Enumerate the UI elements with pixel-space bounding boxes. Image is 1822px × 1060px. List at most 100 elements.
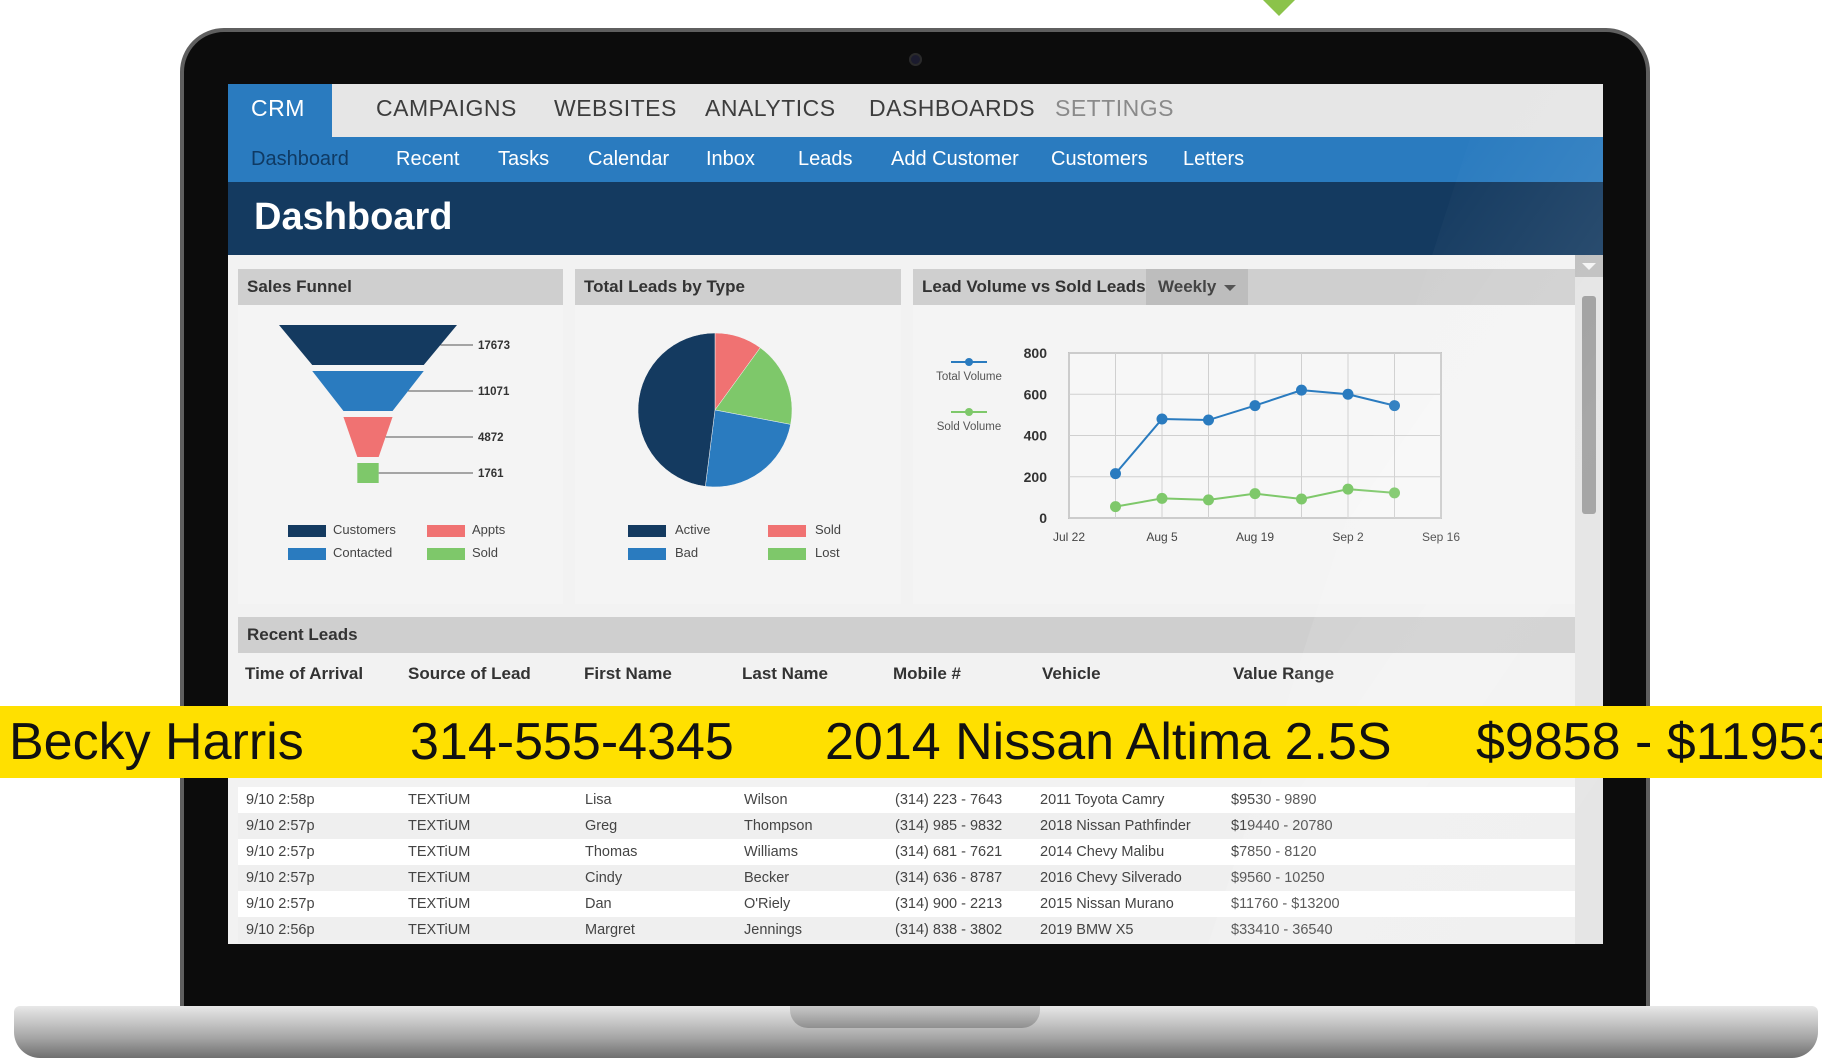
table-row[interactable]: 9/10 2:57p TEXTiUM Dan O'Riely (314) 900… xyxy=(238,891,1575,917)
funnel-value-label: 1761 xyxy=(478,468,504,480)
cell-value-range: $33410 - 36540 xyxy=(1231,922,1333,938)
subnav-tasks[interactable]: Tasks xyxy=(498,137,549,182)
legend-swatch-sold-type xyxy=(768,525,806,537)
legend-label-bad: Bad xyxy=(675,545,699,560)
chevron-down-icon xyxy=(1224,284,1237,291)
cell-source: TEXTiUM xyxy=(408,896,471,912)
legend-label-appts: Appts xyxy=(472,522,506,537)
cell-mobile: (314) 681 - 7621 xyxy=(895,844,1003,860)
tab-crm[interactable]: CRM xyxy=(228,84,332,137)
subnav-recent[interactable]: Recent xyxy=(396,137,459,182)
table-row[interactable]: 9/10 2:57p TEXTiUM Greg Thompson (314) 9… xyxy=(238,813,1575,839)
funnel-segment-customers xyxy=(279,325,457,365)
col-mobile[interactable]: Mobile # xyxy=(893,659,961,689)
cell-value-range: $9530 - 9890 xyxy=(1231,792,1317,808)
col-value-range[interactable]: Value Range xyxy=(1233,659,1334,689)
scrollbar-thumb[interactable] xyxy=(1582,296,1596,514)
y-tick-label: 0 xyxy=(1039,510,1047,526)
data-point xyxy=(1389,487,1400,499)
leads-by-type-panel: Total Leads by Type Active Bad Sold Lost xyxy=(575,269,901,604)
legend-label: Total Volume xyxy=(936,371,1002,383)
tab-websites[interactable]: WEBSITES xyxy=(554,84,677,137)
cell-value-range: $7850 - 8120 xyxy=(1231,844,1317,860)
x-tick-label: Jul 22 xyxy=(1053,530,1085,544)
cell-last-name: Thompson xyxy=(744,818,813,834)
col-source-of-lead[interactable]: Source of Lead xyxy=(408,659,531,689)
tab-campaigns[interactable]: CAMPAIGNS xyxy=(376,84,517,137)
legend-label-active: Active xyxy=(675,522,711,537)
table-row[interactable]: 9/10 2:57p TEXTiUM Thomas Williams (314)… xyxy=(238,839,1575,865)
y-tick-label: 800 xyxy=(1024,345,1048,361)
subnav-calendar[interactable]: Calendar xyxy=(588,137,669,182)
cell-mobile: (314) 900 - 2213 xyxy=(895,896,1003,912)
lead-volume-panel: Lead Volume vs Sold Leads Weekly 0 200 400… xyxy=(913,269,1575,604)
cell-mobile: (314) 985 - 9832 xyxy=(895,818,1003,834)
data-point xyxy=(1296,384,1307,396)
sales-funnel-title: Sales Funnel xyxy=(238,269,563,305)
highlight-name: Becky Harris xyxy=(9,713,304,771)
legend-label-contacted: Contacted xyxy=(333,545,393,560)
caret-down-icon xyxy=(1582,263,1596,270)
cell-source: TEXTiUM xyxy=(408,818,471,834)
leads-by-type-title: Total Leads by Type xyxy=(575,269,901,305)
table-row[interactable]: 9/10 2:57p TEXTiUM Cindy Becker (314) 63… xyxy=(238,865,1575,891)
subnav-leads[interactable]: Leads xyxy=(798,137,853,182)
col-vehicle[interactable]: Vehicle xyxy=(1042,659,1101,689)
funnel-value-label: 4872 xyxy=(478,432,504,444)
tab-settings[interactable]: SETTINGS xyxy=(1055,84,1174,137)
legend-swatch-bad xyxy=(628,548,666,560)
cell-mobile: (314) 838 - 3802 xyxy=(895,922,1003,938)
table-row[interactable]: 9/10 2:56p TEXTiUM Margret Jennings (314… xyxy=(238,917,1575,943)
legend-swatch-customers xyxy=(288,525,326,537)
cell-mobile: (314) 223 - 7643 xyxy=(895,792,1003,808)
data-point xyxy=(1110,468,1121,480)
tab-analytics[interactable]: ANALYTICS xyxy=(705,84,836,137)
data-point xyxy=(1389,400,1400,412)
tab-dashboards[interactable]: DASHBOARDS xyxy=(869,84,1035,137)
cell-first-name: Margret xyxy=(585,922,635,938)
legend-label: Sold Volume xyxy=(937,421,1002,433)
cell-first-name: Thomas xyxy=(585,844,638,860)
page-title: Dashboard xyxy=(254,196,453,238)
x-tick-label: Aug 5 xyxy=(1146,530,1178,544)
x-tick-label: Sep 16 xyxy=(1422,530,1460,544)
cell-time: 9/10 2:57p xyxy=(246,870,315,886)
cell-vehicle: 2014 Chevy Malibu xyxy=(1040,844,1165,860)
arrow-marker-icon xyxy=(1263,0,1295,16)
title-bar: Dashboard xyxy=(228,182,1603,255)
scroll-up-button[interactable] xyxy=(1575,255,1603,277)
subnav-add-customer[interactable]: Add Customer xyxy=(891,137,1019,182)
cell-vehicle: 2015 Nissan Murano xyxy=(1040,896,1174,912)
highlight-vehicle: 2014 Nissan Altima 2.5S xyxy=(825,713,1392,771)
funnel-segment-contacted xyxy=(312,371,424,411)
cell-vehicle: 2019 BMW X5 xyxy=(1040,922,1134,938)
legend-marker xyxy=(965,358,973,366)
data-point xyxy=(1156,492,1168,504)
cell-time: 9/10 2:56p xyxy=(246,922,315,938)
data-point xyxy=(1296,493,1307,505)
legend-label-lost: Lost xyxy=(815,545,840,560)
subnav-dashboard[interactable]: Dashboard xyxy=(251,137,349,182)
cell-value-range: $11760 - $13200 xyxy=(1231,896,1340,912)
cell-vehicle: 2011 Toyota Camry xyxy=(1040,792,1165,808)
col-time-of-arrival[interactable]: Time of Arrival xyxy=(245,659,363,689)
legend-swatch-appts xyxy=(427,525,465,537)
cell-time: 9/10 2:57p xyxy=(246,844,315,860)
col-last-name[interactable]: Last Name xyxy=(742,659,828,689)
legend-marker xyxy=(965,408,973,416)
y-tick-label: 600 xyxy=(1024,386,1048,402)
period-dropdown[interactable]: Weekly xyxy=(1146,269,1249,305)
pie-slice-active xyxy=(637,332,716,487)
camera-icon xyxy=(909,53,922,66)
subnav-customers[interactable]: Customers xyxy=(1051,137,1148,182)
legend-swatch-sold xyxy=(427,548,465,560)
table-row[interactable]: 9/10 2:58p TEXTiUM Lisa Wilson (314) 223… xyxy=(238,787,1575,813)
col-first-name[interactable]: First Name xyxy=(584,659,672,689)
data-point xyxy=(1156,413,1168,425)
subnav-letters[interactable]: Letters xyxy=(1183,137,1244,182)
x-tick-label: Sep 2 xyxy=(1332,530,1364,544)
top-nav: CRM CAMPAIGNS WEBSITES ANALYTICS DASHBOA… xyxy=(228,84,1603,137)
cell-time: 9/10 2:57p xyxy=(246,818,315,834)
funnel-segment-appts xyxy=(343,417,393,457)
subnav-inbox[interactable]: Inbox xyxy=(706,137,755,182)
